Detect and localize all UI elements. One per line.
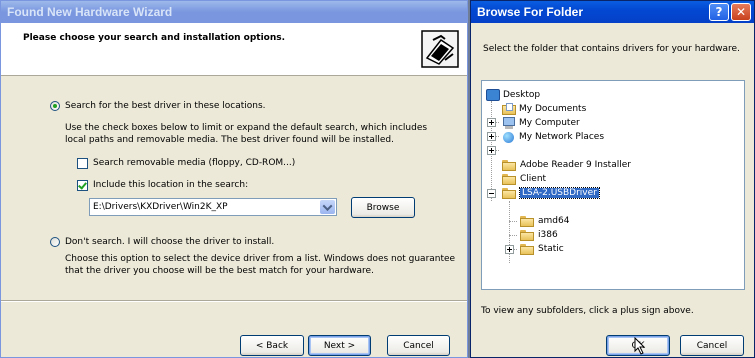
close-icon: ✕ xyxy=(735,5,747,19)
tree-item-amd64[interactable]: amd64 xyxy=(520,214,569,228)
search-best-driver-label[interactable]: Search for the best driver in these loca… xyxy=(65,101,266,111)
folder-icon xyxy=(502,173,517,185)
tree-item-my-computer[interactable]: My Computer xyxy=(502,116,580,130)
wizard-cancel-button[interactable]: Cancel xyxy=(387,335,450,356)
folder-icon xyxy=(520,229,535,241)
my-documents-icon xyxy=(502,103,516,115)
network-places-icon xyxy=(502,131,516,143)
wizard-header: Please choose your search and installati… xyxy=(1,23,467,76)
wizard-titlebar[interactable]: Found New Hardware Wizard xyxy=(1,1,467,23)
mouse-pointer-icon xyxy=(634,337,646,355)
tree-line xyxy=(509,235,517,236)
tree-item-client[interactable]: Client xyxy=(502,172,546,186)
folder-icon xyxy=(502,187,517,199)
browse-cancel-button[interactable]: Cancel xyxy=(680,335,744,356)
include-location-label[interactable]: Include this location in the search: xyxy=(93,180,248,190)
dont-search-label[interactable]: Don't search. I will choose the driver t… xyxy=(65,237,274,247)
tree-item-my-network-places[interactable]: My Network Places xyxy=(502,130,604,144)
desktop-icon xyxy=(486,89,500,101)
tree-item-static[interactable]: Static xyxy=(520,242,564,256)
wizard-title: Found New Hardware Wizard xyxy=(7,5,173,19)
wizard-window: Found New Hardware Wizard Please choose … xyxy=(0,0,468,358)
location-path-combobox[interactable]: E:\Drivers\KXDriver\Win2K_XP xyxy=(89,198,337,216)
expand-static-icon[interactable] xyxy=(505,245,514,254)
folder-tree[interactable]: Desktop My Documents My Computer My Netw… xyxy=(481,80,745,290)
collapse-lsa-driver-icon[interactable] xyxy=(487,189,496,198)
hardware-wizard-icon xyxy=(421,30,459,68)
tree-line xyxy=(509,221,517,222)
tree-item-my-documents[interactable]: My Documents xyxy=(502,102,586,116)
title-buttons: ? ✕ xyxy=(709,3,751,21)
close-button[interactable]: ✕ xyxy=(731,3,751,21)
search-removable-media-checkbox[interactable] xyxy=(77,158,88,169)
my-computer-icon xyxy=(502,117,516,129)
wizard-footer-separator xyxy=(1,300,467,302)
tree-item-lsa-2-usbdriver[interactable]: LSA-2.USBDriver xyxy=(502,186,600,200)
search-removable-media-label[interactable]: Search removable media (floppy, CD-ROM..… xyxy=(93,158,295,168)
browse-dialog-window: Browse For Folder ? ✕ Select the folder … xyxy=(470,0,755,358)
help-icon: ? xyxy=(715,5,723,19)
tree-item-i386[interactable]: i386 xyxy=(520,228,558,242)
expand-my-documents-icon[interactable] xyxy=(487,118,496,127)
search-best-driver-radio[interactable] xyxy=(50,101,60,111)
folder-icon xyxy=(520,243,535,255)
search-description: Use the check boxes below to limit or ex… xyxy=(65,123,428,145)
browse-button[interactable]: Browse xyxy=(351,197,415,218)
include-location-checkbox[interactable] xyxy=(77,180,88,191)
tree-item-desktop[interactable]: Desktop xyxy=(486,88,540,102)
dont-search-radio[interactable] xyxy=(50,237,60,247)
browse-instruction: Select the folder that contains drivers … xyxy=(483,44,740,54)
browse-dialog-titlebar[interactable]: Browse For Folder ? ✕ xyxy=(471,1,754,23)
help-button[interactable]: ? xyxy=(709,3,729,21)
browse-hint: To view any subfolders, click a plus sig… xyxy=(481,306,694,316)
expand-my-computer-icon[interactable] xyxy=(487,132,496,141)
tree-item-adobe-reader[interactable]: Adobe Reader 9 Installer xyxy=(502,158,631,172)
folder-icon xyxy=(520,215,535,227)
back-button[interactable]: < Back xyxy=(240,335,304,356)
folder-icon xyxy=(502,159,517,171)
location-path-value: E:\Drivers\KXDriver\Win2K_XP xyxy=(93,202,228,212)
dropdown-arrow-icon[interactable] xyxy=(320,200,335,214)
wizard-header-title: Please choose your search and installati… xyxy=(23,33,286,43)
next-button[interactable]: Next > xyxy=(308,335,371,356)
dont-search-description: Choose this option to select the device … xyxy=(65,254,456,276)
expand-network-places-icon[interactable] xyxy=(487,146,496,155)
browse-dialog-title: Browse For Folder xyxy=(477,5,584,19)
